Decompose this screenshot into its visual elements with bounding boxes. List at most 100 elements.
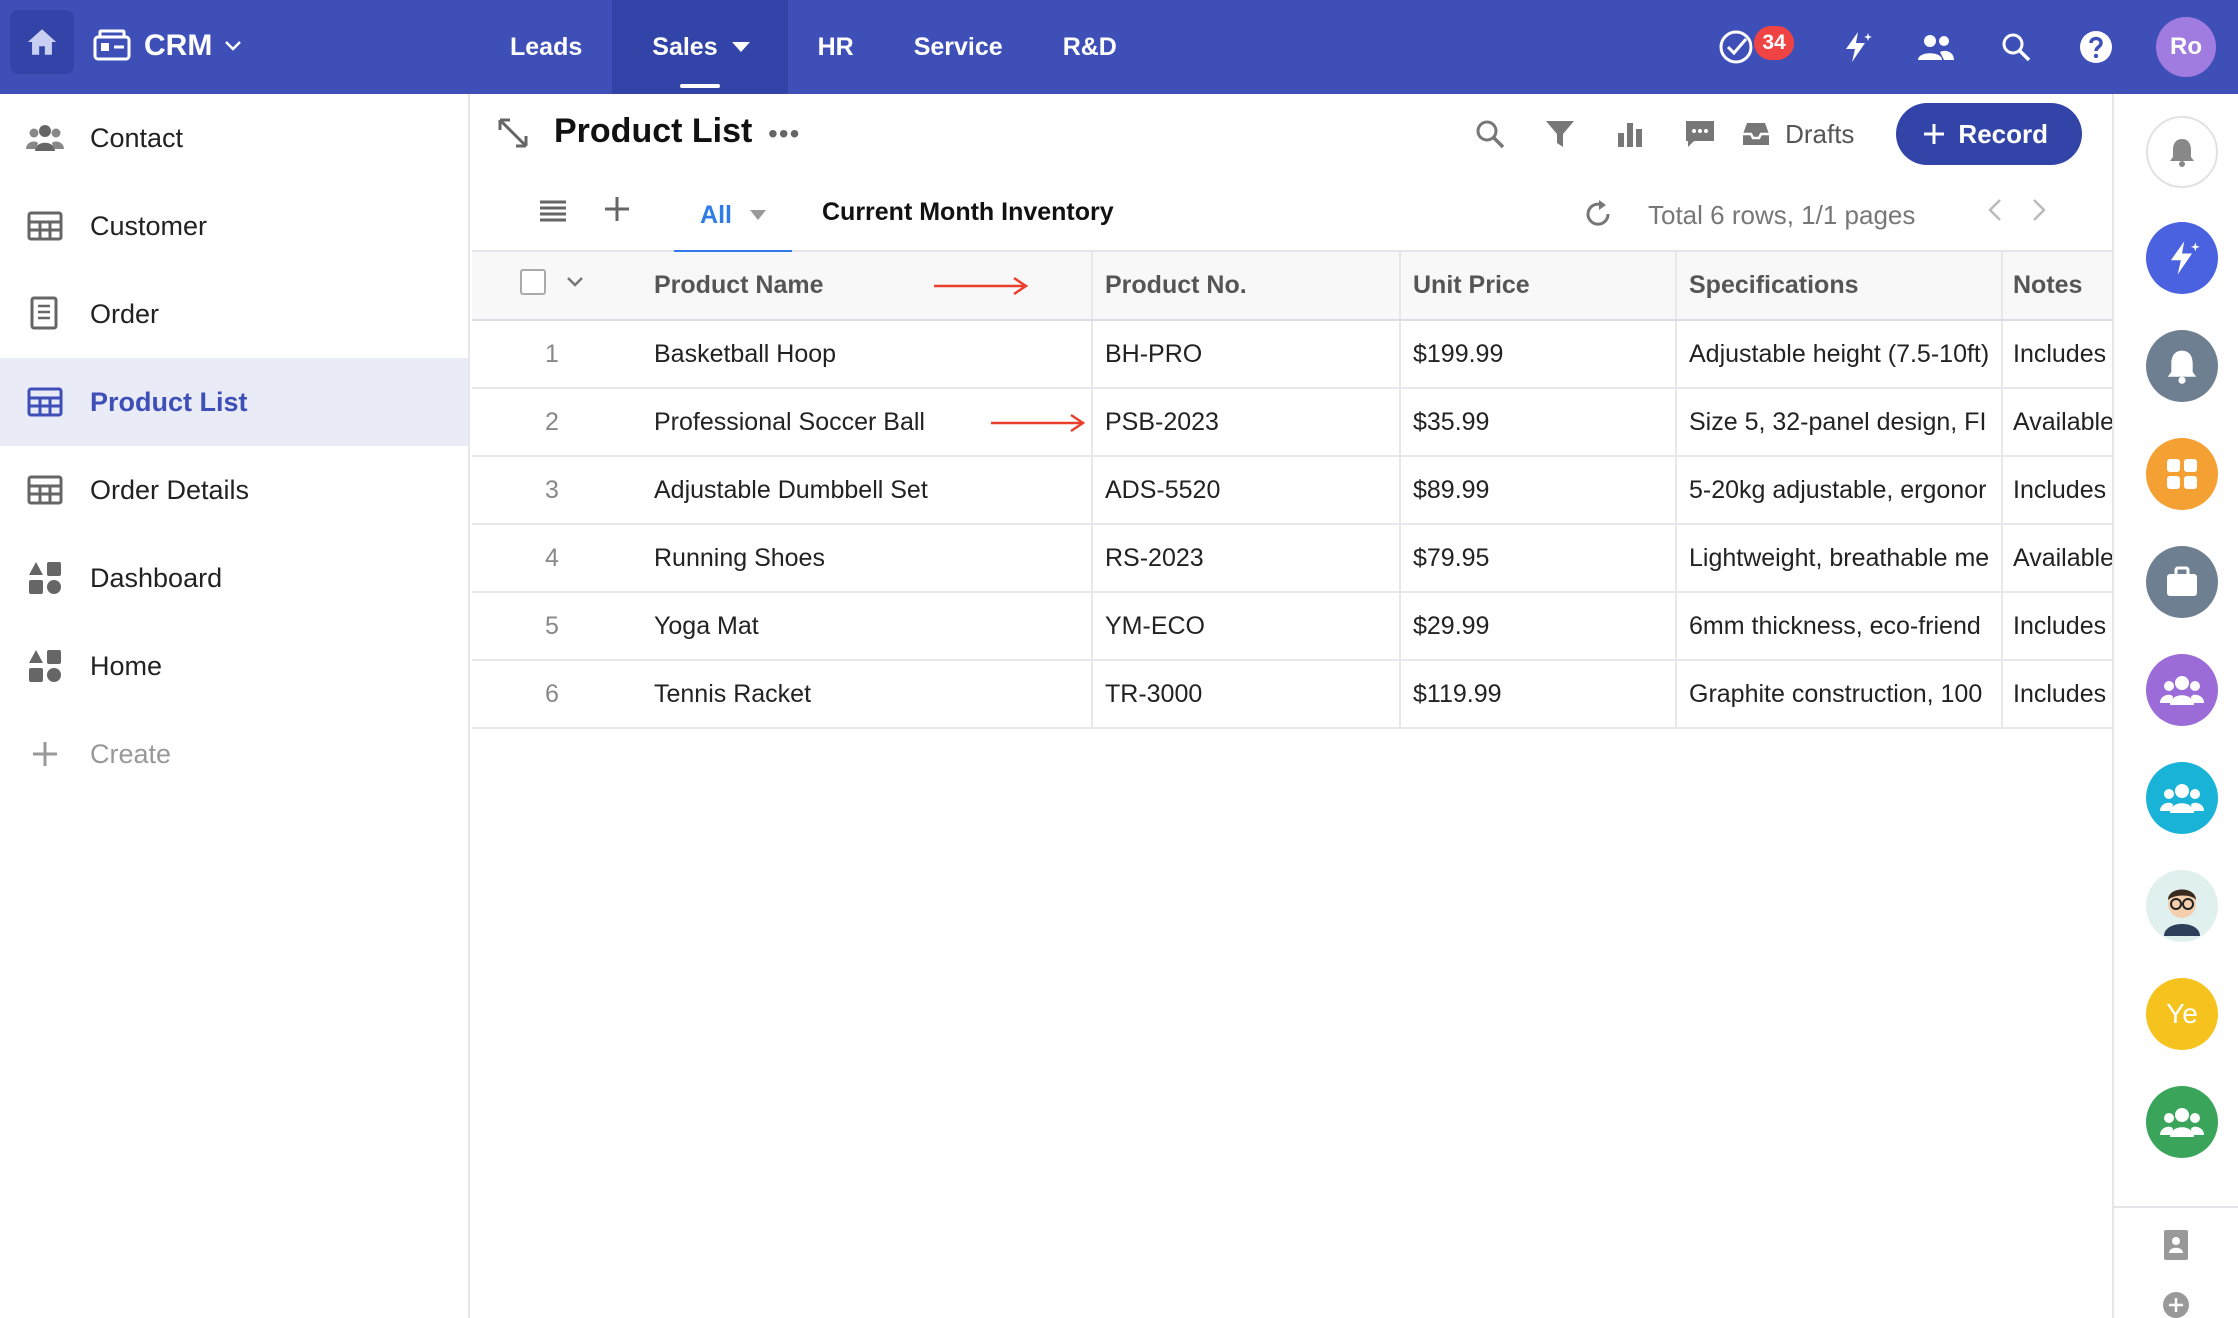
cell-specifications[interactable]: 5-20kg adjustable, ergonor xyxy=(1676,456,2003,525)
cell-product-no[interactable]: YM-ECO xyxy=(1092,592,1401,661)
drafts-button[interactable]: Drafts xyxy=(1741,119,1854,150)
add-view-icon[interactable] xyxy=(602,194,632,229)
sidebar: Contact Customer Order Product List Orde… xyxy=(0,94,470,1318)
cell-notes[interactable]: Includes xyxy=(2002,592,2112,661)
cell-unit-price[interactable]: $35.99 xyxy=(1400,388,1677,457)
cell-product-no[interactable]: ADS-5520 xyxy=(1092,456,1401,525)
contact-book-icon[interactable] xyxy=(2161,1228,2191,1262)
cell-notes[interactable]: Available xyxy=(2002,388,2112,457)
rail-user-ye-avatar[interactable]: Ye xyxy=(2146,978,2218,1050)
filter-button[interactable] xyxy=(1525,102,1595,166)
cell-product-no[interactable]: PSB-2023 xyxy=(1092,388,1401,457)
tasks-button[interactable]: 34 xyxy=(1706,0,1816,94)
rail-group-green-button[interactable] xyxy=(2146,1086,2218,1158)
cell-notes[interactable]: Available xyxy=(2002,524,2112,593)
cell-unit-price[interactable]: $199.99 xyxy=(1400,320,1677,389)
select-all-checkbox[interactable] xyxy=(520,269,546,295)
sidebar-item-contact[interactable]: Contact xyxy=(0,94,468,182)
people-icon xyxy=(1918,35,1954,60)
search-icon xyxy=(2002,33,2031,62)
row-index: 2 xyxy=(472,388,632,457)
nav-sales[interactable]: Sales xyxy=(612,0,788,94)
cell-product-no[interactable]: BH-PRO xyxy=(1092,320,1401,389)
sidebar-item-dashboard[interactable]: Dashboard xyxy=(0,534,468,622)
rail-workspace-button[interactable] xyxy=(2146,546,2218,618)
sidebar-item-order[interactable]: Order xyxy=(0,270,468,358)
search-button[interactable] xyxy=(1455,102,1525,166)
rail-group-purple-button[interactable] xyxy=(2146,654,2218,726)
cell-notes[interactable]: Includes xyxy=(2002,320,2112,389)
list-menu-icon[interactable] xyxy=(538,196,568,229)
cell-notes[interactable]: Includes xyxy=(2002,456,2112,525)
tab-all[interactable]: All xyxy=(674,178,792,254)
rail-apps-button[interactable] xyxy=(2146,438,2218,510)
cell-unit-price[interactable]: $89.99 xyxy=(1400,456,1677,525)
rail-group-cyan-button[interactable] xyxy=(2146,762,2218,834)
app-switcher[interactable]: CRM xyxy=(92,18,242,74)
nav-leads[interactable]: Leads xyxy=(480,0,612,94)
cell-specifications[interactable]: 6mm thickness, eco-friend xyxy=(1676,592,2003,661)
group-icon xyxy=(2160,676,2204,705)
drafts-label: Drafts xyxy=(1785,118,1855,149)
cell-product-name[interactable]: Basketball Hoop xyxy=(632,320,1093,389)
ai-sparkle-button[interactable] xyxy=(1816,0,1896,94)
table-row[interactable]: 6 Tennis Racket TR-3000 $119.99 Graphite… xyxy=(472,660,2112,729)
rail-ai-assistant-button[interactable] xyxy=(2146,222,2218,294)
cell-product-name[interactable]: Professional Soccer Ball xyxy=(632,388,1093,457)
nav-rnd[interactable]: R&D xyxy=(1033,0,1147,94)
cell-unit-price[interactable]: $119.99 xyxy=(1400,660,1677,729)
add-record-button[interactable]: Record xyxy=(1896,103,2082,165)
nav-hr[interactable]: HR xyxy=(788,0,884,94)
cell-product-name[interactable]: Tennis Racket xyxy=(632,660,1093,729)
cell-unit-price[interactable]: $79.95 xyxy=(1400,524,1677,593)
cell-unit-price[interactable]: $29.99 xyxy=(1400,592,1677,661)
chevron-left-icon[interactable] xyxy=(1986,196,2004,224)
chevron-down-icon xyxy=(225,41,242,51)
column-header-notes[interactable]: Notes xyxy=(2002,252,2112,321)
refresh-icon[interactable] xyxy=(1582,198,1614,235)
table-row[interactable]: 2 Professional Soccer Ball PSB-2023 $35.… xyxy=(472,388,2112,457)
sidebar-item-customer[interactable]: Customer xyxy=(0,182,468,270)
cell-product-no[interactable]: RS-2023 xyxy=(1092,524,1401,593)
sidebar-item-product-list[interactable]: Product List xyxy=(0,358,468,446)
column-header-product-name[interactable]: Product Name xyxy=(632,252,1093,321)
column-header-product-no[interactable]: Product No. xyxy=(1092,252,1401,321)
sidebar-create[interactable]: Create xyxy=(0,710,468,798)
rail-user-avatar[interactable] xyxy=(2146,870,2218,942)
chevron-down-icon[interactable] xyxy=(566,276,584,288)
table-row[interactable]: 3 Adjustable Dumbbell Set ADS-5520 $89.9… xyxy=(472,456,2112,525)
inbox-icon xyxy=(1743,123,1770,145)
cell-specifications[interactable]: Lightweight, breathable me xyxy=(1676,524,2003,593)
help-button[interactable] xyxy=(2056,0,2136,94)
cell-product-name[interactable]: Yoga Mat xyxy=(632,592,1093,661)
more-options-icon[interactable]: ••• xyxy=(768,118,800,150)
sidebar-item-home[interactable]: Home xyxy=(0,622,468,710)
home-button[interactable] xyxy=(10,10,74,74)
rail-alerts-button[interactable] xyxy=(2146,330,2218,402)
chevron-right-icon[interactable] xyxy=(2030,196,2048,224)
table-row[interactable]: 4 Running Shoes RS-2023 $79.95 Lightweig… xyxy=(472,524,2112,593)
column-header-specifications[interactable]: Specifications xyxy=(1676,252,2003,321)
comment-button[interactable] xyxy=(1665,102,1735,166)
cell-notes[interactable]: Includes xyxy=(2002,660,2112,729)
tab-current-month-inventory[interactable]: Current Month Inventory xyxy=(822,198,1114,227)
table-row[interactable]: 1 Basketball Hoop BH-PRO $199.99 Adjusta… xyxy=(472,320,2112,389)
sidebar-item-order-details[interactable]: Order Details xyxy=(0,446,468,534)
cell-specifications[interactable]: Graphite construction, 100 xyxy=(1676,660,2003,729)
table-row[interactable]: 5 Yoga Mat YM-ECO $29.99 6mm thickness, … xyxy=(472,592,2112,661)
expand-icon[interactable] xyxy=(496,116,530,155)
chart-button[interactable] xyxy=(1595,102,1665,166)
add-circle-icon[interactable] xyxy=(2161,1290,2191,1318)
cell-product-name[interactable]: Adjustable Dumbbell Set xyxy=(632,456,1093,525)
user-avatar[interactable]: Ro xyxy=(2156,17,2216,77)
nav-service[interactable]: Service xyxy=(884,0,1033,94)
cell-specifications[interactable]: Size 5, 32-panel design, FI xyxy=(1676,388,2003,457)
cell-product-no[interactable]: TR-3000 xyxy=(1092,660,1401,729)
rail-notifications-button[interactable] xyxy=(2146,116,2218,188)
column-header-unit-price[interactable]: Unit Price xyxy=(1400,252,1677,321)
check-circle-icon xyxy=(1719,30,1753,64)
team-button[interactable] xyxy=(1896,0,1976,94)
global-search-button[interactable] xyxy=(1976,0,2056,94)
cell-product-name[interactable]: Running Shoes xyxy=(632,524,1093,593)
cell-specifications[interactable]: Adjustable height (7.5-10ft) xyxy=(1676,320,2003,389)
